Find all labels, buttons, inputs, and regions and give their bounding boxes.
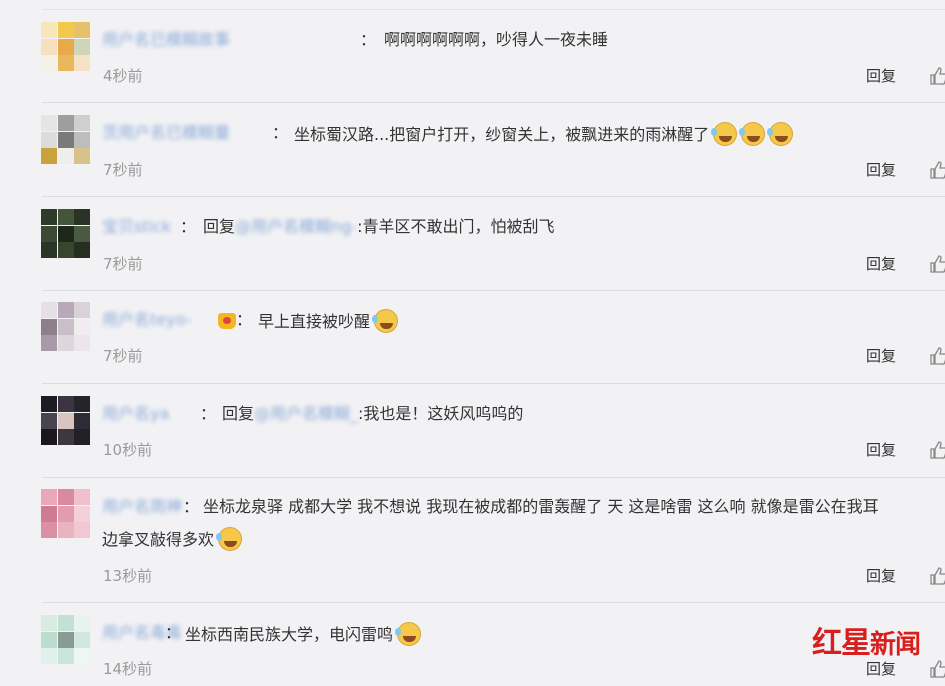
username-link[interactable]: 用户名雨神 xyxy=(102,496,182,518)
comment-text: 回复@用户名模糊ng-:青羊区不敢出门，怕被刮飞 xyxy=(203,216,555,238)
separator-colon: ： xyxy=(360,30,377,49)
reply-button[interactable]: 回复 xyxy=(866,346,896,366)
thumbs-up-icon[interactable] xyxy=(930,567,945,585)
separator-colon: ： xyxy=(236,310,253,329)
comment-text: 坐标龙泉驿 成都大学 我不想说 我现在被成都的雷轰醒了 天 这是啥雷 这么响 就… xyxy=(203,497,879,516)
crying-face-icon xyxy=(395,622,422,646)
avatar[interactable] xyxy=(41,615,90,664)
comment-text-continued: 边拿叉敲得多欢 xyxy=(102,527,243,551)
timestamp: 4秒前 xyxy=(103,67,143,85)
comment-text: 早上直接被吵醒 xyxy=(258,309,399,333)
comment-text: 坐标西南民族大学，电闪雷鸣 xyxy=(185,622,422,646)
avatar[interactable] xyxy=(41,302,90,351)
comment-text: 回复@用户名模糊_:我也是！这妖风呜呜的 xyxy=(222,403,524,425)
laughing-tears-face-icon xyxy=(711,122,738,146)
laughing-tears-face-icon xyxy=(372,309,399,333)
thumbs-up-icon[interactable] xyxy=(930,660,945,678)
timestamp: 7秒前 xyxy=(103,255,143,273)
watermark-logo: 红星新闻 xyxy=(812,626,921,661)
username-link[interactable]: 用户名ya xyxy=(102,403,169,425)
username-link[interactable]: 用户名已模糊故事 xyxy=(102,29,230,51)
timestamp: 7秒前 xyxy=(103,347,143,365)
avatar[interactable] xyxy=(41,22,90,71)
timestamp: 13秒前 xyxy=(103,567,153,585)
avatar[interactable] xyxy=(41,396,90,445)
avatar[interactable] xyxy=(41,115,90,164)
crying-face-icon xyxy=(216,527,243,551)
reply-button[interactable]: 回复 xyxy=(866,440,896,460)
thumbs-up-icon[interactable] xyxy=(930,67,945,85)
reply-button[interactable]: 回复 xyxy=(866,566,896,586)
crown-badge-icon xyxy=(218,313,236,329)
reply-button[interactable]: 回复 xyxy=(866,66,896,86)
comment-divider xyxy=(42,196,945,197)
reply-button[interactable]: 回复 xyxy=(866,659,896,679)
timestamp: 10秒前 xyxy=(103,441,153,459)
reply-button[interactable]: 回复 xyxy=(866,160,896,180)
thumbs-up-icon[interactable] xyxy=(930,441,945,459)
comment-text: 啊啊啊啊啊啊，吵得人一夜未睡 xyxy=(384,30,609,49)
separator-colon: ： xyxy=(183,497,200,516)
separator-colon: ： xyxy=(165,623,182,642)
separator-colon: ： xyxy=(272,123,289,142)
reply-button[interactable]: 回复 xyxy=(866,254,896,274)
mention-link[interactable]: @用户名模糊ng- xyxy=(235,216,357,238)
thumbs-up-icon[interactable] xyxy=(930,255,945,273)
avatar[interactable] xyxy=(41,209,90,258)
comment-divider xyxy=(42,602,945,603)
thumbs-up-icon[interactable] xyxy=(930,161,945,179)
top-divider xyxy=(42,9,945,10)
comment-divider xyxy=(42,477,945,478)
laughing-tears-face-icon xyxy=(767,122,794,146)
separator-colon: ： xyxy=(180,217,197,236)
timestamp: 14秒前 xyxy=(103,660,153,678)
username-link[interactable]: 茨用户名已模糊量 xyxy=(102,122,230,144)
username-link[interactable]: 用户名teyo- xyxy=(102,309,191,331)
mention-link[interactable]: @用户名模糊_ xyxy=(254,403,358,425)
separator-colon: ： xyxy=(200,404,217,423)
comment-divider xyxy=(42,102,945,103)
timestamp: 7秒前 xyxy=(103,161,143,179)
avatar[interactable] xyxy=(41,489,90,538)
comment-divider xyxy=(42,383,945,384)
thumbs-up-icon[interactable] xyxy=(930,347,945,365)
laughing-tears-face-icon xyxy=(739,122,766,146)
username-link[interactable]: 宝贝stick xyxy=(102,216,171,238)
comment-divider xyxy=(42,290,945,291)
comment-text: 坐标蜀汉路...把窗户打开，纱窗关上，被飘进来的雨淋醒了 xyxy=(294,122,794,146)
